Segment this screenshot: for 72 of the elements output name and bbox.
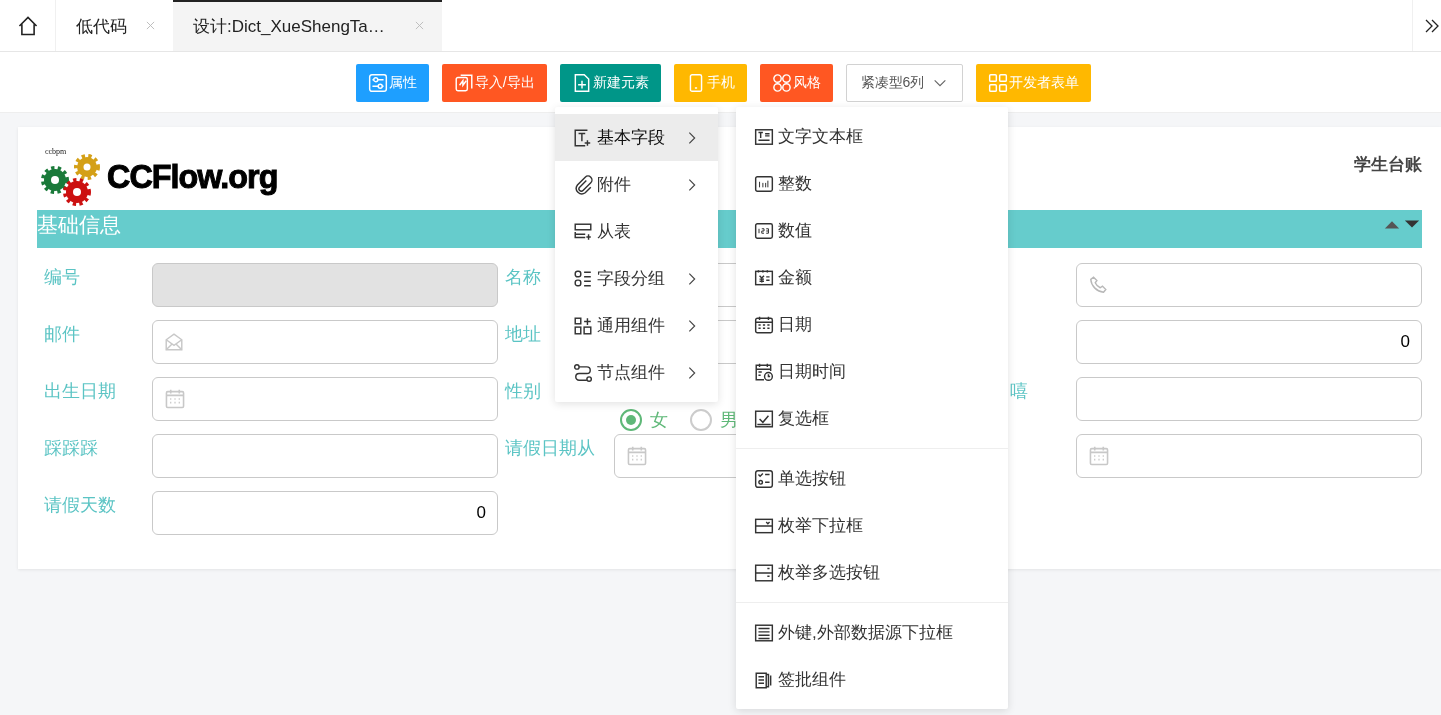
field-label: 性别 [505, 380, 541, 403]
radio-label: 女 [650, 409, 668, 432]
calendar-icon [1088, 445, 1110, 467]
field-label: 嘻 [1010, 380, 1028, 403]
field-label: 出生日期 [44, 380, 116, 403]
menu-item[interactable]: 附件 [555, 161, 718, 208]
text-box-icon [573, 127, 593, 148]
calendar-icon [626, 445, 648, 467]
calendar-clock-icon [754, 361, 774, 382]
input-field[interactable] [1076, 263, 1422, 307]
number-field-icon [754, 220, 774, 241]
flower-icon [771, 73, 792, 93]
field-label: 地址 [505, 323, 541, 346]
menu-item[interactable]: 枚举下拉框 [736, 502, 1008, 549]
menu-item[interactable]: 外键,外部数据源下拉框 [736, 609, 1008, 656]
radio-list-icon [754, 468, 774, 489]
input-field[interactable] [152, 434, 498, 478]
grid-icon [988, 73, 1009, 93]
field-label: 踩踩踩 [44, 437, 98, 460]
menu-item[interactable]: 金额 [736, 254, 1008, 301]
field-label: 编号 [44, 266, 80, 289]
phone-icon [1088, 275, 1108, 295]
money-field-icon [754, 267, 774, 288]
radio-button[interactable] [690, 409, 712, 431]
menu-item[interactable]: 签批组件 [736, 656, 1008, 703]
grid-icon [573, 315, 593, 336]
menu-item[interactable]: 单选按钮 [736, 455, 1008, 502]
input-field[interactable]: 0 [152, 491, 498, 535]
toolbar-button[interactable]: 新建元素 [559, 64, 661, 102]
date-field[interactable] [152, 377, 498, 421]
menu-item[interactable]: 日期 [736, 301, 1008, 348]
list-box-icon [754, 622, 774, 643]
home-icon [16, 14, 39, 37]
settings-icon [367, 73, 388, 93]
logo-text: CCFlow.org [107, 157, 278, 196]
input-field[interactable] [1076, 377, 1422, 421]
number-field-icon [754, 173, 774, 194]
input-field[interactable]: 0 [1076, 320, 1422, 364]
menu-item[interactable]: 日期时间 [736, 348, 1008, 395]
group-icon [573, 268, 593, 289]
field-label: 请假天数 [44, 494, 116, 517]
field-label: 名称 [505, 266, 541, 289]
tab[interactable]: 设计:Dict_XueShengTa… [173, 0, 442, 51]
checkbox-icon [754, 408, 774, 429]
table-icon [573, 221, 593, 242]
menu-item[interactable]: 整数 [736, 160, 1008, 207]
logo-caption: ccbpm [45, 146, 67, 156]
multi-select-icon [754, 562, 774, 583]
menu-item[interactable]: 从表 [555, 208, 718, 255]
menu-item[interactable]: 节点组件 [555, 349, 718, 396]
radio-label: 男 [720, 409, 738, 432]
paperclip-icon [573, 174, 593, 195]
field-label: 请假日期从 [505, 437, 595, 460]
flow-icon [573, 362, 593, 383]
menu-item[interactable]: 枚举多选按钮 [736, 549, 1008, 596]
calendar-icon [754, 314, 774, 335]
radio-button[interactable] [620, 409, 642, 431]
menu-item[interactable]: 复选框 [736, 395, 1008, 442]
menu-item[interactable]: 字段分组 [555, 255, 718, 302]
menu-item[interactable]: 数值 [736, 207, 1008, 254]
input-field[interactable] [152, 320, 498, 364]
menu-item[interactable]: 基本字段 [555, 114, 718, 161]
menu-item[interactable]: 文字文本框 [736, 113, 1008, 160]
menu-item[interactable]: 通用组件 [555, 302, 718, 349]
date-field[interactable] [1076, 434, 1422, 478]
calendar-icon [164, 388, 186, 410]
swap-icon [453, 73, 474, 93]
field-label: 邮件 [44, 323, 80, 346]
layout-select[interactable]: 紧凑型6列 [845, 64, 964, 102]
form-title: 学生台账 [1354, 154, 1422, 176]
envelope-icon [164, 332, 184, 352]
text-box-icon [754, 126, 774, 147]
